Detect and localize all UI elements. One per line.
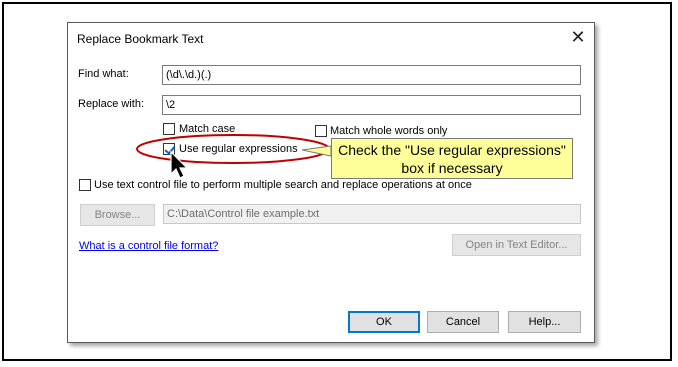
annotation-overlay <box>136 134 332 179</box>
callout-pointer <box>301 145 332 157</box>
callout-box: Check the "Use regular expressions" box … <box>331 138 573 179</box>
highlight-ellipse <box>136 134 330 164</box>
mouse-pointer-icon <box>170 150 189 179</box>
